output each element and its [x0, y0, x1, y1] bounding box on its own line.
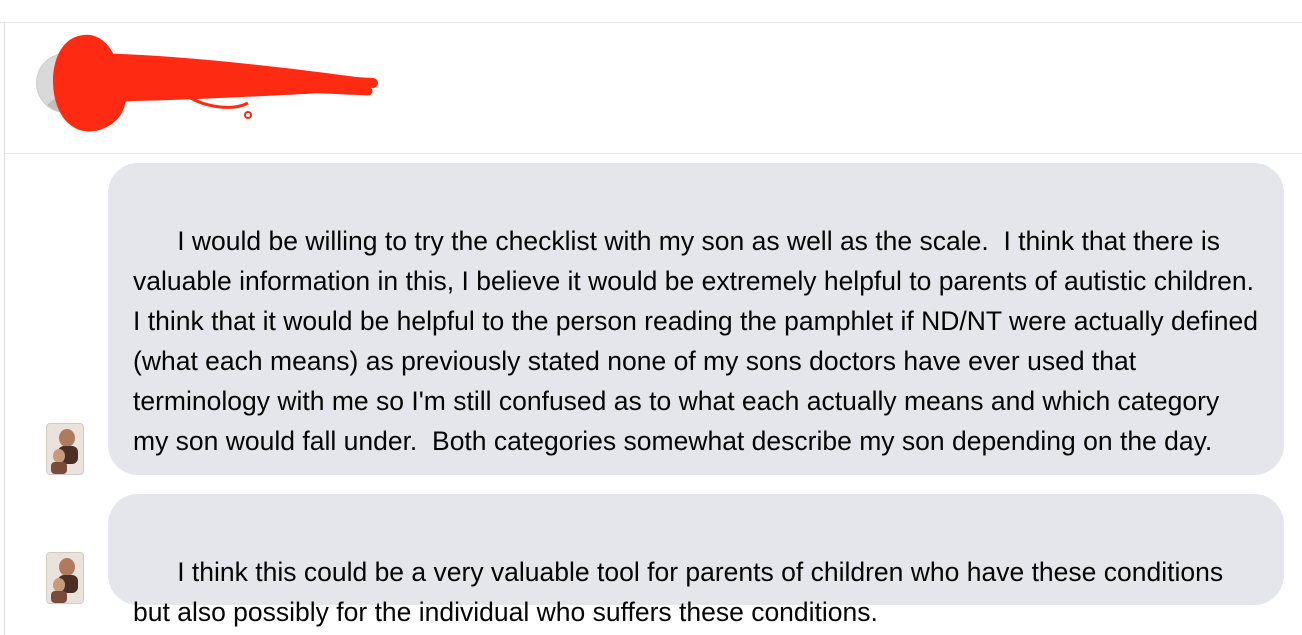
profile-photo-icon	[47, 553, 83, 603]
top-bar	[0, 0, 1302, 23]
message-text: I think this could be a very valuable to…	[133, 557, 1231, 627]
message-row: I think this could be a very valuable to…	[0, 494, 1302, 627]
redaction-scribble	[53, 34, 378, 132]
message-row: I would be willing to try the checklist …	[0, 163, 1302, 475]
sender-avatar[interactable]	[46, 552, 84, 604]
messenger-window: I would be willing to try the checklist …	[0, 0, 1302, 635]
message-bubble[interactable]: I think this could be a very valuable to…	[108, 494, 1284, 627]
profile-photo-icon	[47, 424, 83, 474]
message-text: I would be willing to try the checklist …	[133, 226, 1269, 456]
message-bubble[interactable]: I would be willing to try the checklist …	[108, 163, 1284, 475]
sender-avatar[interactable]	[46, 423, 84, 475]
conversation-header	[5, 23, 1302, 154]
